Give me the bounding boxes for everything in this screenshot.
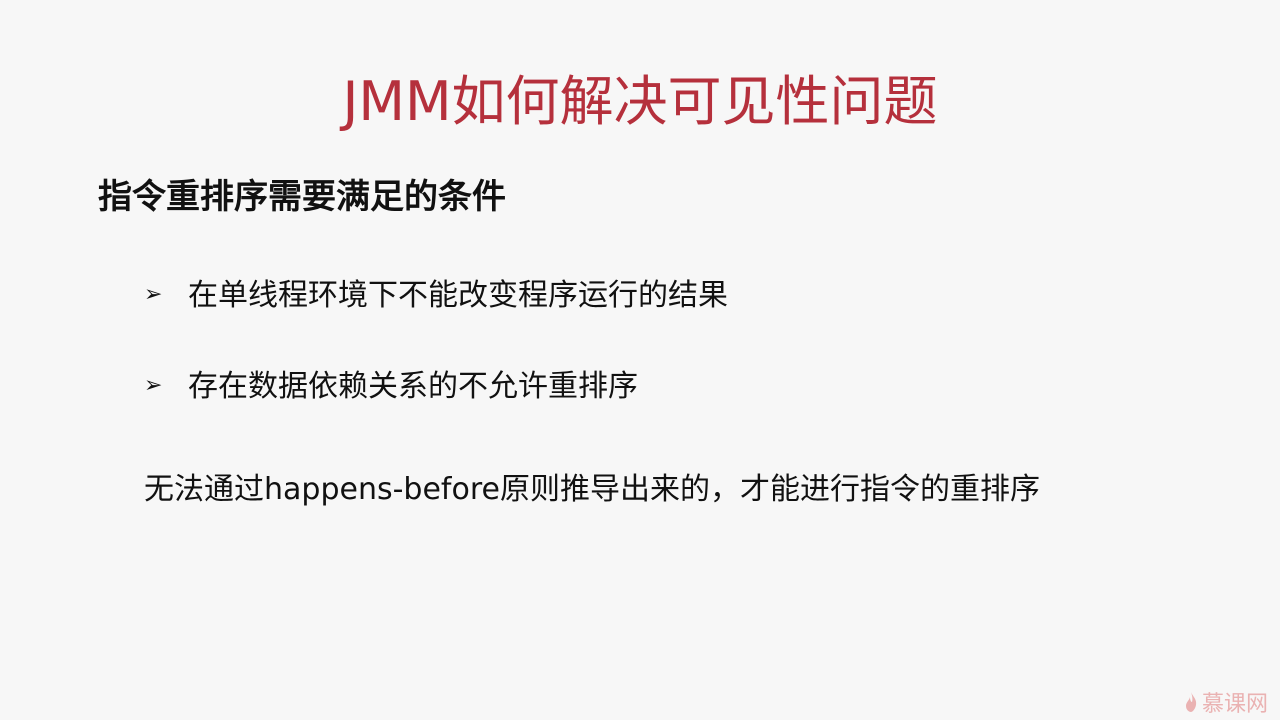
flame-icon [1185, 692, 1197, 712]
watermark-text: 慕课网 [1201, 692, 1268, 717]
slide: JMM如何解决可见性问题 指令重排序需要满足的条件 ➢ 在单线程环境下不能改变程… [0, 0, 1280, 720]
bullet-item: ➢ 存在数据依赖关系的不允许重排序 [144, 366, 638, 408]
bullet-item: ➢ 在单线程环境下不能改变程序运行的结果 [144, 275, 728, 317]
watermark: 慕课网 [1184, 686, 1268, 718]
note-text: 无法通过happens-before原则推导出来的，才能进行指令的重排序 [144, 472, 1040, 507]
section-heading: 指令重排序需要满足的条件 [98, 177, 506, 217]
slide-title: JMM如何解决可见性问题 [342, 70, 938, 133]
bullet-text: 存在数据依赖关系的不允许重排序 [188, 369, 638, 404]
arrow-bullet-icon: ➢ [144, 282, 163, 307]
arrow-bullet-icon: ➢ [144, 373, 163, 398]
bullet-text: 在单线程环境下不能改变程序运行的结果 [188, 278, 728, 313]
